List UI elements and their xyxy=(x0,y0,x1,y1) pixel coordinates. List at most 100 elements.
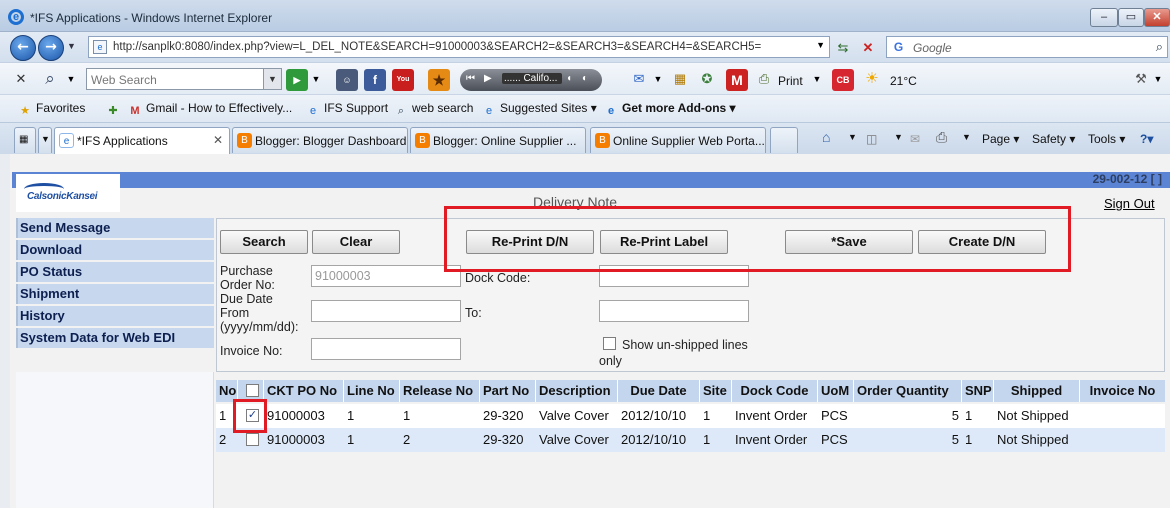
due-date-from-field[interactable] xyxy=(311,300,461,322)
sidebar-item-po-status[interactable]: PO Status xyxy=(16,262,214,282)
url-dropdown-icon[interactable]: ▼ xyxy=(816,40,825,50)
close-tab-icon[interactable]: ✕ xyxy=(213,133,223,147)
tools-menu[interactable]: Tools ▾ xyxy=(1088,132,1125,146)
volume-icon[interactable]: ◖ xyxy=(566,73,572,84)
print-icon[interactable]: ⎙ xyxy=(936,129,947,146)
add-favorite-icon[interactable]: ✚ xyxy=(106,101,124,118)
po-number-field[interactable]: 91000003 xyxy=(311,265,461,287)
col-description: Description xyxy=(536,380,618,402)
m-icon[interactable]: M xyxy=(726,69,748,91)
fav-addons-label: Get more Add-ons ▾ xyxy=(622,101,736,115)
col-line-no: Line No xyxy=(344,380,400,402)
mail-dropdown-icon[interactable]: ▼ xyxy=(652,69,664,89)
read-mail-icon[interactable]: ✉ xyxy=(910,132,920,146)
select-all-checkbox[interactable] xyxy=(246,384,259,397)
help-menu[interactable]: ?▾ xyxy=(1140,132,1153,146)
due-date-to-field[interactable] xyxy=(599,300,749,322)
forward-button[interactable]: → xyxy=(38,35,64,61)
map-icon[interactable]: ✪ xyxy=(696,69,718,89)
search-icon[interactable]: ⌕ xyxy=(38,69,62,89)
tab-label: Online Supplier Web Porta... xyxy=(613,134,765,148)
play-icon[interactable]: ▶ xyxy=(484,73,492,84)
col-ckt-po-no: CKT PO No xyxy=(264,380,344,402)
go-dropdown-icon[interactable]: ▼ xyxy=(310,69,322,89)
safety-menu[interactable]: Safety ▾ xyxy=(1032,132,1075,146)
fav-gmail[interactable]: M Gmail - How to Effectively... xyxy=(128,101,292,118)
compatibility-icon[interactable]: ⇆ xyxy=(835,40,851,56)
cell-description: Valve Cover xyxy=(539,408,609,423)
close-button[interactable]: ✕ xyxy=(1144,8,1170,27)
po-label-line2: Order No: xyxy=(220,278,275,292)
fav-gmail-label: Gmail - How to Effectively... xyxy=(146,101,293,115)
fav-web-search[interactable]: ⌕ web search xyxy=(394,101,473,118)
print-label[interactable]: Print xyxy=(778,74,803,88)
feeds-icon[interactable]: ◫ xyxy=(866,132,877,146)
search-dropdown-icon[interactable]: ▼ xyxy=(64,69,78,89)
cb-icon[interactable]: CB xyxy=(832,69,854,91)
table-row[interactable]: 1 ✓ 91000003 1 1 29-320 Valve Cover 2012… xyxy=(216,404,1165,428)
page-menu[interactable]: Page ▾ xyxy=(982,132,1019,146)
feeds-dropdown-icon[interactable]: ▼ xyxy=(894,132,903,142)
sign-out-link[interactable]: Sign Out xyxy=(1104,196,1155,211)
close-toolbar-icon[interactable]: ✕ xyxy=(14,69,28,89)
favorites-button[interactable]: ★ Favorites xyxy=(18,101,85,118)
cell-line: 1 xyxy=(347,432,355,447)
sidebar-item-send-message[interactable]: Send Message xyxy=(16,218,214,238)
history-dropdown-icon[interactable]: ▼ xyxy=(67,41,76,51)
printer-icon[interactable]: ⎙ xyxy=(754,69,774,89)
rewind-icon[interactable]: ⏮ xyxy=(466,73,475,84)
youtube-icon[interactable]: You xyxy=(392,69,414,91)
home-dropdown-icon[interactable]: ▼ xyxy=(848,132,857,142)
stop-icon[interactable]: ✕ xyxy=(860,40,876,56)
cell-uom: PCS xyxy=(821,432,848,447)
favorites-bar: ★ Favorites ✚ M Gmail - How to Effectively… xyxy=(0,94,1170,122)
minimize-button[interactable]: – xyxy=(1090,8,1118,27)
web-search-dropdown-icon[interactable]: ▼ xyxy=(263,69,281,89)
fav-ifs-support[interactable]: e IFS Support xyxy=(306,101,388,118)
search-icon[interactable]: ⌕ xyxy=(1156,39,1163,55)
mail-icon[interactable]: ✉ xyxy=(628,69,650,89)
sidebar-item-shipment[interactable]: Shipment xyxy=(16,284,214,304)
row-checkbox[interactable] xyxy=(246,433,259,446)
sidebar-item-system-data[interactable]: System Data for Web EDI xyxy=(16,328,214,348)
tab-blogger-supplier[interactable]: B Blogger: Online Supplier ... xyxy=(410,127,586,153)
mute-icon[interactable]: ◐ xyxy=(582,73,588,84)
search-field[interactable]: G Google ⌕ xyxy=(886,36,1168,58)
facebook-icon[interactable]: f xyxy=(364,69,386,91)
quick-tabs-button[interactable]: ▦ xyxy=(14,127,36,153)
show-unshipped-checkbox[interactable] xyxy=(603,337,616,350)
home-icon[interactable]: ⌂ xyxy=(822,129,830,145)
star-icon[interactable]: ★ xyxy=(428,69,450,91)
cell-site: 1 xyxy=(703,432,711,447)
tab-list-dropdown-icon[interactable]: ▼ xyxy=(38,127,52,153)
col-uom: UoM xyxy=(818,380,854,402)
tab-blogger-dashboard[interactable]: B Blogger: Blogger Dashboard xyxy=(232,127,408,153)
tab-online-supplier[interactable]: B Online Supplier Web Porta... xyxy=(590,127,766,153)
wrench-icon[interactable]: ⚒ xyxy=(1132,69,1150,89)
print-dropdown-icon[interactable]: ▼ xyxy=(812,69,822,89)
dock-code-label: Dock Code: xyxy=(465,271,531,285)
fav-addons[interactable]: e Get more Add-ons ▾ xyxy=(604,101,736,118)
print-dropdown-icon[interactable]: ▼ xyxy=(962,132,971,142)
search-button[interactable]: Search xyxy=(220,230,308,254)
calculator-icon[interactable]: ▦ xyxy=(670,69,690,89)
back-button[interactable]: ← xyxy=(10,35,36,61)
tab-ifs-applications[interactable]: e *IFS Applications ✕ xyxy=(54,127,230,155)
ie-page-icon: e xyxy=(309,105,317,117)
media-player[interactable]: ⏮ ▶ ...... Califo... ◖ ◐ xyxy=(460,69,602,91)
wrench-dropdown-icon[interactable]: ▼ xyxy=(1152,69,1164,89)
sidebar-item-history[interactable]: History xyxy=(16,306,214,326)
invoice-field[interactable] xyxy=(311,338,461,360)
station-name: ...... Califo... xyxy=(502,73,562,84)
friends-icon[interactable]: ☺ xyxy=(336,69,358,91)
fav-suggested-sites[interactable]: e Suggested Sites ▾ xyxy=(482,101,597,118)
maximize-button[interactable]: ▭ xyxy=(1118,8,1144,27)
url-field[interactable]: e http://sanplk0:8080/index.php?view=L_D… xyxy=(88,36,830,58)
clear-button[interactable]: Clear xyxy=(312,230,400,254)
go-icon[interactable]: ▶ xyxy=(286,69,308,91)
web-search-input[interactable]: Web Search ▼ xyxy=(86,68,282,90)
url-text: http://sanplk0:8080/index.php?view=L_DEL… xyxy=(113,41,762,53)
sidebar-item-download[interactable]: Download xyxy=(16,240,214,260)
new-tab-button[interactable] xyxy=(770,127,798,153)
table-row[interactable]: 2 91000003 1 2 29-320 Valve Cover 2012/1… xyxy=(216,428,1165,452)
